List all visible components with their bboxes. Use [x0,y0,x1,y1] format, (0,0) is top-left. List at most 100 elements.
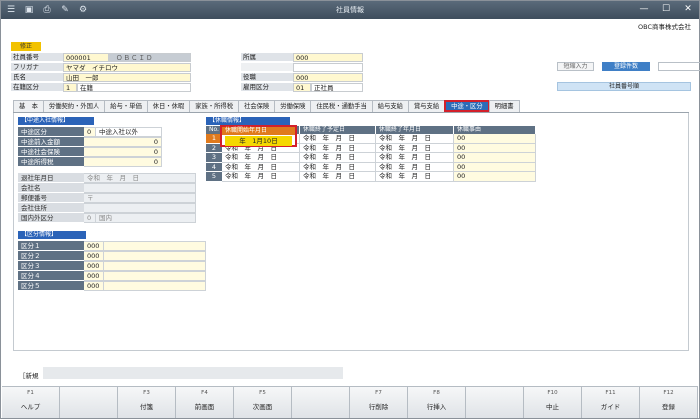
emp-no-field[interactable]: 000001 [63,53,109,62]
maximize-button[interactable]: ☐ [659,3,673,16]
fkey-number: F1 [27,390,34,396]
leave-reason-field[interactable]: 00 [454,143,536,153]
kana-row: フリガナ ヤマダ イチロウ [11,63,191,72]
minimize-button[interactable]: — [637,3,651,16]
tab-9[interactable]: 賞与支給 [407,100,446,112]
midcareer-code-field[interactable]: 0 [84,127,96,137]
midcareer-label: 中途社会保険 [18,147,84,157]
category-code-field[interactable]: 000 [84,261,104,271]
category-code-field[interactable]: 000 [84,271,104,281]
fkey-button-0[interactable]: F1 ヘルプ [2,387,60,418]
midcareer-label: 中途区分 [18,127,84,137]
fkey-button-9[interactable]: F10 中止 [524,387,582,418]
previous-company-label: 会社名 [18,183,84,193]
kana-label: フリガナ [11,63,63,72]
dept-extra-row [241,63,363,72]
tab-2[interactable]: 給与・単価 [104,100,148,112]
previous-company-value [84,183,196,193]
tab-7[interactable]: 住民税・通勤手当 [310,100,373,112]
previous-company-code: 0 [84,213,96,223]
status-value: 在籍 [77,83,191,92]
leave-start-field[interactable]: 令和 年 月 日 [222,162,300,172]
leave-header-3: 休職終了年月日 [376,126,454,134]
tab-3[interactable]: 休日・休暇 [146,100,191,112]
category-title: 【区分情報】 [18,231,86,239]
leave-row: 3 令和 年 月 日令和 年 月 日令和 年 月 日 00 [206,153,536,163]
fkey-button-1[interactable] [60,387,118,418]
leave-start-field[interactable]: 令和 年 月 日 [222,153,300,163]
midcareer-amount-field[interactable]: 0 [84,137,162,147]
date-input-popup[interactable]: 休職開始年月日 年 1月10日 [220,125,297,147]
fkey-button-4[interactable]: F5 次画面 [234,387,292,418]
status-label: 在籍区分 [11,83,63,92]
category-code-field[interactable]: 000 [84,281,104,291]
tab-11[interactable]: 明細書 [488,100,520,112]
emp-type-code-field[interactable]: 01 [293,83,311,92]
fkey-button-7[interactable]: F8 行挿入 [408,387,466,418]
fkey-button-8[interactable] [466,387,524,418]
name-field[interactable]: 山田 一郎 [63,73,191,82]
midcareer-row: 中途所得税 0 [18,157,162,167]
short-input-button[interactable]: 短縮入力 [557,62,594,71]
tab-4[interactable]: 家族・所得税 [189,100,240,112]
post-code-field[interactable]: 000 [293,73,363,82]
dept-name-field [293,63,363,72]
dept-code-field[interactable]: 000 [293,53,363,62]
leave-header-2: 休職終了予定日 [300,126,376,134]
leave-end-field[interactable]: 令和 年 月 日 [376,143,454,153]
leave-row-number: 5 [206,172,222,182]
leave-plan-field[interactable]: 令和 年 月 日 [300,162,376,172]
fkey-button-3[interactable]: F4 前画面 [176,387,234,418]
category-code-field[interactable]: 000 [84,241,104,251]
tab-8[interactable]: 給与支給 [371,100,409,112]
leave-reason-field[interactable]: 00 [454,162,536,172]
fkey-button-5[interactable] [292,387,350,418]
leave-end-field[interactable]: 令和 年 月 日 [376,162,454,172]
previous-company-value [84,203,196,213]
leave-end-field[interactable]: 令和 年 月 日 [376,134,454,144]
category-label: 区分５ [18,281,84,291]
fkey-label: 前画面 [194,403,215,411]
fkey-number: F8 [433,390,440,396]
fkey-label: ヘルプ [20,403,41,411]
fkey-button-10[interactable]: F11 ガイド [582,387,640,418]
category-code-field[interactable]: 000 [84,251,104,261]
kana-field[interactable]: ヤマダ イチロウ [63,63,191,72]
category-row: 区分１ 000 [18,241,206,251]
status-row: 在籍区分 1 在籍 [11,83,191,92]
leave-plan-field[interactable]: 令和 年 月 日 [300,153,376,163]
popup-date-field[interactable]: 年 1月10日 [225,136,292,146]
leave-plan-field[interactable]: 令和 年 月 日 [300,143,376,153]
leave-reason-field[interactable]: 00 [454,172,536,182]
fkey-button-6[interactable]: F7 行削除 [350,387,408,418]
tab-6[interactable]: 労働保険 [274,100,312,112]
fkey-label: 付箋 [140,403,153,411]
tab-1[interactable]: 労働契約・外国人 [42,100,106,112]
status-code-field[interactable]: 1 [63,83,77,92]
leave-end-field[interactable]: 令和 年 月 日 [376,153,454,163]
midcareer-amount-field[interactable]: 0 [84,147,162,157]
fkey-button-2[interactable]: F3 付箋 [118,387,176,418]
sort-order-bar[interactable]: 社員番号順 [557,82,691,91]
leave-reason-field[interactable]: 00 [454,153,536,163]
leave-end-field[interactable]: 令和 年 月 日 [376,172,454,182]
tab-5[interactable]: 社会保険 [238,100,276,112]
leave-plan-field[interactable]: 令和 年 月 日 [300,134,376,144]
midcareer-row: 中途前入金額 0 [18,137,162,147]
midcareer-amount-field[interactable]: 0 [84,157,162,167]
leave-reason-field[interactable]: 00 [454,134,536,144]
leave-start-field[interactable]: 令和 年 月 日 [222,172,300,182]
fkey-number: F4 [201,390,208,396]
tab-10[interactable]: 中途・区分 [444,100,490,112]
fkey-button-11[interactable]: F12 登録 [640,387,698,418]
tab-0[interactable]: 基 本 [13,100,44,112]
leave-title: 【休職情報】 [206,117,290,125]
close-button[interactable]: ✕ [681,3,695,16]
fkey-number: F7 [375,390,382,396]
leave-row: 5 令和 年 月 日令和 年 月 日令和 年 月 日 00 [206,172,536,182]
dept-row: 所属 000 [241,53,363,62]
title-bar: ☰ ▣ ⎙ ✎ ⚙ 社員情報 — ☐ ✕ [1,1,699,19]
leave-header-4: 休職事由 [454,126,536,134]
leave-plan-field[interactable]: 令和 年 月 日 [300,172,376,182]
category-label: 区分３ [18,261,84,271]
